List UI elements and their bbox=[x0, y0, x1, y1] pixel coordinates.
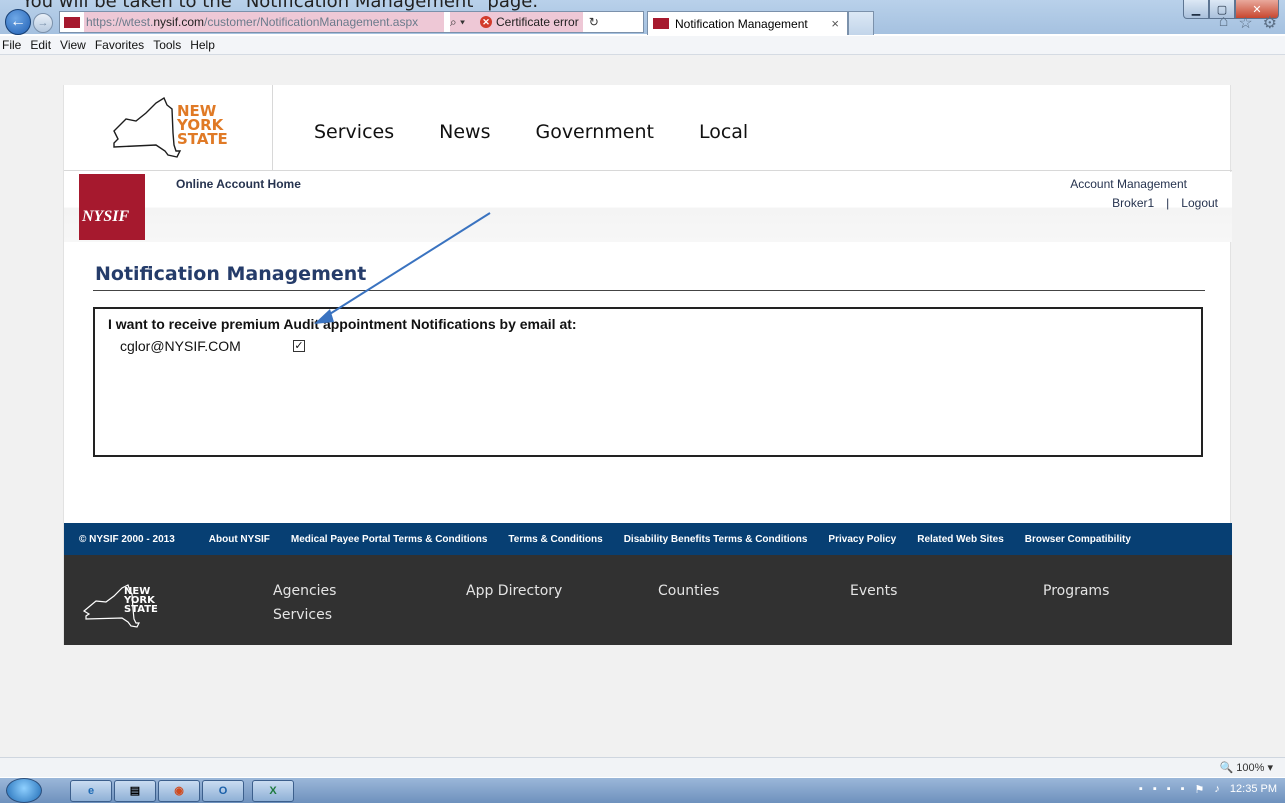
taskbar-ie-icon[interactable]: e bbox=[70, 780, 112, 802]
forward-button[interactable]: → bbox=[33, 13, 53, 33]
certificate-error-indicator[interactable]: ✕ Certificate error bbox=[476, 12, 583, 32]
tray-volume-icon[interactable]: ♪ bbox=[1214, 783, 1220, 796]
footer-link-app-directory[interactable]: App Directory bbox=[466, 583, 562, 599]
tab-notification-management[interactable]: Notification Management × bbox=[647, 11, 848, 35]
windows-taskbar: e ▤ ◉ O X ▪ ▪ ▪ ▪ ⚑ ♪ 12:35 PM bbox=[0, 778, 1285, 803]
notification-email: cglor@NYSIF.COM bbox=[120, 338, 241, 354]
account-user-row: Broker1 | Logout bbox=[1112, 196, 1218, 210]
back-button[interactable]: ← bbox=[5, 9, 31, 35]
footer-link-browser-compat[interactable]: Browser Compatibility bbox=[1025, 534, 1131, 545]
taskbar-excel-icon[interactable]: X bbox=[252, 780, 294, 802]
nys-footer-logo-line: STATE bbox=[124, 604, 158, 615]
search-icon[interactable]: ⌕ ▾ bbox=[450, 12, 476, 32]
nys-header: NEW YORK STATE Services News Government … bbox=[64, 85, 1232, 171]
footer-link-counties[interactable]: Counties bbox=[658, 583, 719, 599]
menu-item-help[interactable]: Help bbox=[190, 38, 215, 52]
nys-footer-logo-text: NEW YORK STATE bbox=[124, 587, 158, 615]
username-link[interactable]: Broker1 bbox=[1112, 196, 1154, 210]
menu-bar: File Edit View Favorites Tools Help bbox=[0, 36, 1285, 55]
account-management-link[interactable]: Account Management bbox=[1070, 177, 1187, 191]
browser-viewport: NEW YORK STATE Services News Government … bbox=[0, 55, 1285, 762]
footer-link-terms[interactable]: Terms & Conditions bbox=[508, 534, 602, 545]
zoom-level[interactable]: 🔍 100% ▾ bbox=[1220, 761, 1273, 774]
address-bar[interactable]: https://wtest.nysif.com/customer/Notific… bbox=[59, 11, 644, 33]
tray-outlook-icon[interactable]: ▪ bbox=[1167, 783, 1171, 796]
nys-footer: NEW YORK STATE Agencies Services App Dir… bbox=[64, 555, 1232, 645]
footer-link-about[interactable]: About NYSIF bbox=[209, 534, 270, 545]
tab-close-icon[interactable]: × bbox=[831, 16, 839, 31]
account-bar: NYSIF Online Account Home Account Manage… bbox=[64, 172, 1232, 242]
menu-item-view[interactable]: View bbox=[60, 38, 86, 52]
online-account-home-link[interactable]: Online Account Home bbox=[176, 177, 301, 191]
tray-network-icon[interactable]: ▪ bbox=[1181, 783, 1185, 796]
logout-link[interactable]: Logout bbox=[1181, 196, 1218, 210]
notification-preferences-box: I want to receive premium Audit appointm… bbox=[93, 307, 1203, 457]
certificate-error-label: Certificate error bbox=[496, 15, 579, 29]
nys-logo-text: NEW YORK STATE bbox=[177, 104, 228, 148]
nys-logo-line: STATE bbox=[177, 130, 228, 148]
browser-nav-row: ← → https://wtest.nysif.com/customer/Not… bbox=[0, 7, 1285, 36]
footer-link-privacy[interactable]: Privacy Policy bbox=[828, 534, 896, 545]
refresh-icon[interactable]: ↻ bbox=[589, 15, 599, 29]
menu-item-tools[interactable]: Tools bbox=[153, 38, 181, 52]
system-tray: ▪ ▪ ▪ ▪ ⚑ ♪ 12:35 PM bbox=[1139, 783, 1277, 796]
tray-clock[interactable]: 12:35 PM bbox=[1230, 783, 1277, 796]
home-icon[interactable]: ⌂ bbox=[1219, 13, 1229, 33]
footer-link-programs[interactable]: Programs bbox=[1043, 583, 1109, 599]
footer-link-related-sites[interactable]: Related Web Sites bbox=[917, 534, 1004, 545]
url-path: /customer/NotificationManagement.aspx bbox=[204, 15, 419, 29]
menu-item-favorites[interactable]: Favorites bbox=[95, 38, 144, 52]
nys-state-outline-icon bbox=[113, 96, 182, 158]
taskbar-explorer-icon[interactable]: ▤ bbox=[114, 780, 156, 802]
error-icon: ✕ bbox=[480, 16, 492, 28]
footer-link-disability-terms[interactable]: Disability Benefits Terms & Conditions bbox=[624, 534, 808, 545]
new-tab-button[interactable] bbox=[848, 11, 874, 35]
nav-government[interactable]: Government bbox=[535, 121, 654, 143]
browser-toolbar-icons: ⌂ ☆ ⚙ bbox=[1219, 13, 1277, 33]
nys-logo[interactable]: NEW YORK STATE bbox=[64, 85, 273, 171]
separator: | bbox=[1166, 196, 1170, 210]
notification-label: I want to receive premium Audit appointm… bbox=[108, 316, 577, 332]
favorites-star-icon[interactable]: ☆ bbox=[1238, 13, 1252, 33]
tab-favicon-icon bbox=[653, 18, 669, 29]
status-bar: 🔍 100% ▾ bbox=[0, 757, 1285, 777]
web-page: NEW YORK STATE Services News Government … bbox=[63, 85, 1232, 645]
nys-nav: Services News Government Local bbox=[314, 121, 748, 143]
taskbar-outlook-icon[interactable]: O bbox=[202, 780, 244, 802]
url-domain: nysif.com bbox=[153, 15, 205, 29]
tray-security-icon[interactable]: ▪ bbox=[1139, 783, 1143, 796]
email-notification-checkbox[interactable]: ✓ bbox=[293, 340, 305, 352]
nav-services[interactable]: Services bbox=[314, 121, 394, 143]
tray-flag-icon[interactable]: ⚑ bbox=[1195, 783, 1205, 796]
footer-link-agencies[interactable]: Agencies bbox=[273, 583, 336, 599]
footer-link-events[interactable]: Events bbox=[850, 583, 897, 599]
settings-gear-icon[interactable]: ⚙ bbox=[1263, 13, 1277, 33]
copyright-text: © NYSIF 2000 - 2013 bbox=[79, 533, 175, 545]
nysif-footer-links: © NYSIF 2000 - 2013 About NYSIF Medical … bbox=[64, 523, 1232, 555]
page-title: Notification Management bbox=[95, 263, 367, 285]
start-button[interactable] bbox=[6, 778, 42, 803]
menu-item-edit[interactable]: Edit bbox=[30, 38, 51, 52]
menu-item-file[interactable]: File bbox=[2, 38, 21, 52]
taskbar-chrome-icon[interactable]: ◉ bbox=[158, 780, 200, 802]
zoom-value: 100% bbox=[1236, 762, 1265, 774]
tray-lock-icon[interactable]: ▪ bbox=[1153, 783, 1157, 796]
tab-title: Notification Management bbox=[675, 16, 808, 31]
url-text[interactable]: https://wtest.nysif.com/customer/Notific… bbox=[84, 12, 444, 32]
nysif-logo[interactable]: NYSIF bbox=[79, 174, 145, 240]
site-favicon-icon bbox=[64, 16, 80, 28]
nav-local[interactable]: Local bbox=[699, 121, 748, 143]
footer-link-medical-payee-terms[interactable]: Medical Payee Portal Terms & Conditions bbox=[291, 534, 488, 545]
nav-news[interactable]: News bbox=[439, 121, 490, 143]
footer-link-services[interactable]: Services bbox=[273, 607, 332, 623]
title-divider bbox=[93, 290, 1205, 291]
url-prefix: https://wtest. bbox=[86, 15, 154, 29]
